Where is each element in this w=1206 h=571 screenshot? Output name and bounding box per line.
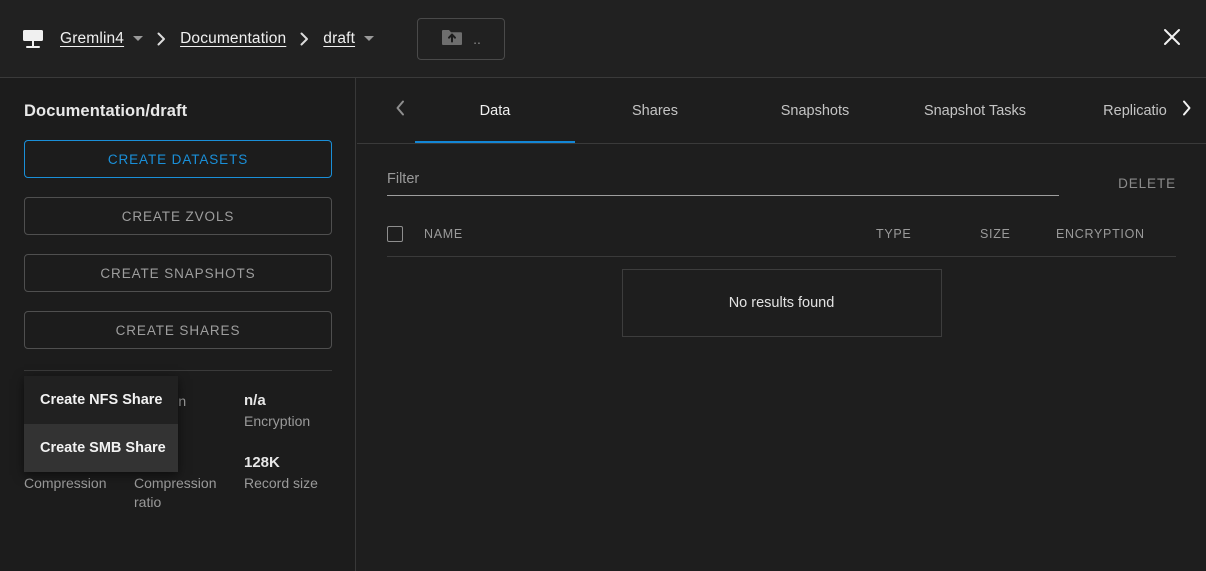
stat-compression-ratio-label: Compression ratio: [134, 474, 244, 512]
tab-data[interactable]: Data: [415, 78, 575, 143]
tab-replication[interactable]: Replicatio: [1055, 78, 1168, 143]
breadcrumb-item-gremlin4[interactable]: Gremlin4: [60, 30, 124, 48]
chevron-right-icon: [1182, 100, 1192, 121]
stat-encryption-label: Encryption: [244, 412, 354, 431]
stat-record-size: 128K Record size: [244, 453, 354, 512]
tab-list: Data Shares Snapshots Snapshot Tasks Rep…: [415, 78, 1168, 143]
menu-item-create-nfs-share[interactable]: Create NFS Share: [24, 376, 178, 424]
delete-button[interactable]: DELETE: [1118, 176, 1176, 196]
close-button[interactable]: [1154, 21, 1190, 57]
create-shares-button[interactable]: CREATE SHARES: [24, 311, 332, 349]
column-header-type[interactable]: TYPE: [876, 227, 980, 241]
server-icon: [22, 27, 46, 51]
sidebar: Documentation/draft CREATE DATASETS CREA…: [0, 78, 356, 571]
breadcrumb-item-draft[interactable]: draft: [323, 30, 355, 48]
table-header-row: NAME TYPE SIZE ENCRYPTION: [387, 226, 1176, 257]
tab-scroll-right-button[interactable]: [1172, 78, 1202, 143]
breadcrumb-separator-icon: [157, 32, 166, 46]
stat-compression-label: Compression: [24, 474, 134, 493]
parent-folder-button[interactable]: ..: [417, 18, 505, 60]
column-header-size[interactable]: SIZE: [980, 227, 1056, 241]
column-header-name[interactable]: NAME: [424, 227, 876, 241]
breadcrumb-item-documentation[interactable]: Documentation: [180, 30, 286, 48]
create-shares-menu: Create NFS Share Create SMB Share: [24, 376, 178, 472]
create-zvols-button[interactable]: CREATE ZVOLS: [24, 197, 332, 235]
tab-snapshot-tasks[interactable]: Snapshot Tasks: [895, 78, 1055, 143]
create-datasets-button[interactable]: CREATE DATASETS: [24, 140, 332, 178]
stat-encryption: n/a Encryption: [244, 391, 354, 431]
tab-shares[interactable]: Shares: [575, 78, 735, 143]
page-title: Documentation/draft: [24, 102, 331, 121]
tab-scroll-left-button[interactable]: [385, 78, 415, 143]
create-snapshots-button[interactable]: CREATE SNAPSHOTS: [24, 254, 332, 292]
stat-encryption-value: n/a: [244, 391, 354, 411]
filter-row: DELETE: [357, 144, 1206, 196]
breadcrumb: Gremlin4 Documentation draft: [60, 30, 374, 48]
menu-item-create-smb-share[interactable]: Create SMB Share: [24, 424, 178, 472]
sidebar-divider: [24, 370, 332, 371]
app-header: Gremlin4 Documentation draft ..: [0, 0, 1206, 78]
close-icon: [1163, 28, 1181, 49]
folder-up-icon: [441, 28, 463, 49]
stat-record-size-label: Record size: [244, 474, 354, 493]
parent-folder-label: ..: [473, 35, 481, 43]
breadcrumb-separator-icon-2: [300, 32, 309, 46]
breadcrumb-caret-draft[interactable]: [364, 36, 374, 41]
breadcrumb-caret-gremlin4[interactable]: [133, 36, 143, 41]
chevron-left-icon: [395, 100, 405, 121]
tab-snapshots[interactable]: Snapshots: [735, 78, 895, 143]
tab-bar: Data Shares Snapshots Snapshot Tasks Rep…: [357, 78, 1206, 144]
select-all-checkbox[interactable]: [387, 226, 403, 242]
column-header-encryption[interactable]: ENCRYPTION: [1056, 227, 1176, 241]
empty-state-message: No results found: [622, 269, 942, 337]
filter-input[interactable]: [387, 171, 1059, 187]
stat-record-size-value: 128K: [244, 453, 354, 473]
main-content: Data Shares Snapshots Snapshot Tasks Rep…: [357, 78, 1206, 571]
filter-field: [387, 170, 1059, 196]
